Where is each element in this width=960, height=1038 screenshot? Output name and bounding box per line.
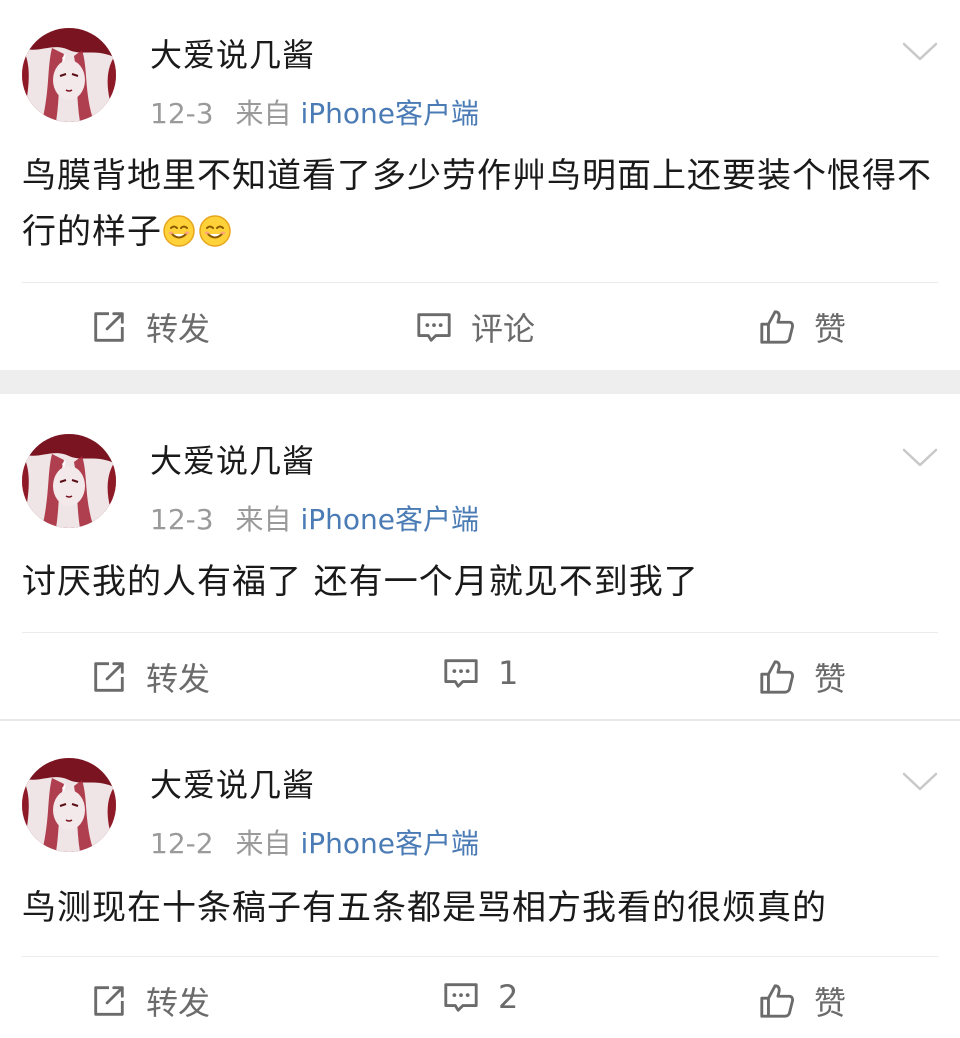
like-label: 赞 (814, 984, 847, 1022)
comment-icon (415, 308, 453, 346)
post-meta: 12-2 来自 iPhone客户端 (150, 822, 479, 862)
action-bar: 转发 1 赞 (0, 646, 960, 706)
post-meta: 12-3 来自 iPhone客户端 (150, 92, 479, 132)
from-label: 来自 (235, 97, 292, 130)
like-button[interactable]: 赞 (758, 978, 846, 1024)
post-meta: 12-3 来自 iPhone客户端 (150, 498, 479, 538)
avatar[interactable] (22, 28, 116, 122)
repost-icon (90, 982, 128, 1020)
like-icon (758, 308, 796, 346)
chevron-down-icon[interactable] (902, 40, 938, 64)
smile-emoji-icon (162, 214, 196, 248)
repost-label: 转发 (146, 660, 211, 698)
like-label: 赞 (814, 310, 847, 348)
username[interactable]: 大爱说几酱 (150, 30, 315, 76)
post-date: 12-3 (150, 97, 214, 130)
like-button[interactable]: 赞 (758, 304, 846, 350)
divider (22, 632, 938, 633)
divider (22, 282, 938, 283)
post-card[interactable]: 大爱说几酱 12-2 来自 iPhone客户端 鸟测现在十条稿子有五条都是骂相方我… (0, 722, 960, 1038)
repost-button[interactable]: 转发 (90, 978, 210, 1024)
post-separator (0, 719, 960, 721)
like-label: 赞 (814, 660, 847, 698)
username[interactable]: 大爱说几酱 (150, 760, 315, 806)
post-card[interactable]: 大爱说几酱 12-3 来自 iPhone客户端 鸟膜背地里不知道看了多少劳作艸鸟明… (0, 0, 960, 368)
action-bar: 转发 评论 赞 (0, 296, 960, 356)
post-text: 鸟测现在十条稿子有五条都是骂相方我看的很烦真的 (22, 888, 827, 928)
avatar[interactable] (22, 758, 116, 852)
post-text: 鸟膜背地里不知道看了多少劳作艸鸟明面上还要装个恨得不行的样子 (22, 148, 932, 260)
from-label: 来自 (235, 827, 292, 860)
chevron-down-icon[interactable] (902, 770, 938, 794)
comment-icon (442, 978, 480, 1016)
smile-emoji-icon (198, 214, 232, 248)
repost-icon (90, 658, 128, 696)
comment-button[interactable]: 评论 (415, 304, 535, 350)
source-link[interactable]: iPhone客户端 (300, 827, 479, 860)
username[interactable]: 大爱说几酱 (150, 436, 315, 482)
comment-button[interactable]: 1 (442, 654, 518, 692)
repost-label: 转发 (146, 310, 211, 348)
from-label: 来自 (235, 503, 292, 536)
chevron-down-icon[interactable] (902, 446, 938, 470)
section-gap (0, 370, 960, 394)
avatar[interactable] (22, 434, 116, 528)
post-card[interactable]: 大爱说几酱 12-3 来自 iPhone客户端 讨厌我的人有福了 还有一个月就见不… (0, 394, 960, 718)
source-link[interactable]: iPhone客户端 (300, 503, 479, 536)
comment-icon (442, 654, 480, 692)
comment-label: 评论 (471, 310, 536, 348)
comment-count: 1 (498, 654, 519, 692)
post-text-body: 鸟膜背地里不知道看了多少劳作艸鸟明面上还要装个恨得不行的样子 (22, 156, 932, 252)
source-link[interactable]: iPhone客户端 (300, 97, 479, 130)
repost-button[interactable]: 转发 (90, 654, 210, 700)
repost-label: 转发 (146, 984, 211, 1022)
like-icon (758, 982, 796, 1020)
comment-count: 2 (498, 978, 519, 1016)
like-icon (758, 658, 796, 696)
post-date: 12-2 (150, 827, 214, 860)
action-bar: 转发 2 赞 (0, 970, 960, 1030)
repost-button[interactable]: 转发 (90, 304, 210, 350)
post-text: 讨厌我的人有福了 还有一个月就见不到我了 (22, 562, 699, 602)
repost-icon (90, 308, 128, 346)
divider (22, 956, 938, 957)
post-date: 12-3 (150, 503, 214, 536)
comment-button[interactable]: 2 (442, 978, 518, 1016)
like-button[interactable]: 赞 (758, 654, 846, 700)
